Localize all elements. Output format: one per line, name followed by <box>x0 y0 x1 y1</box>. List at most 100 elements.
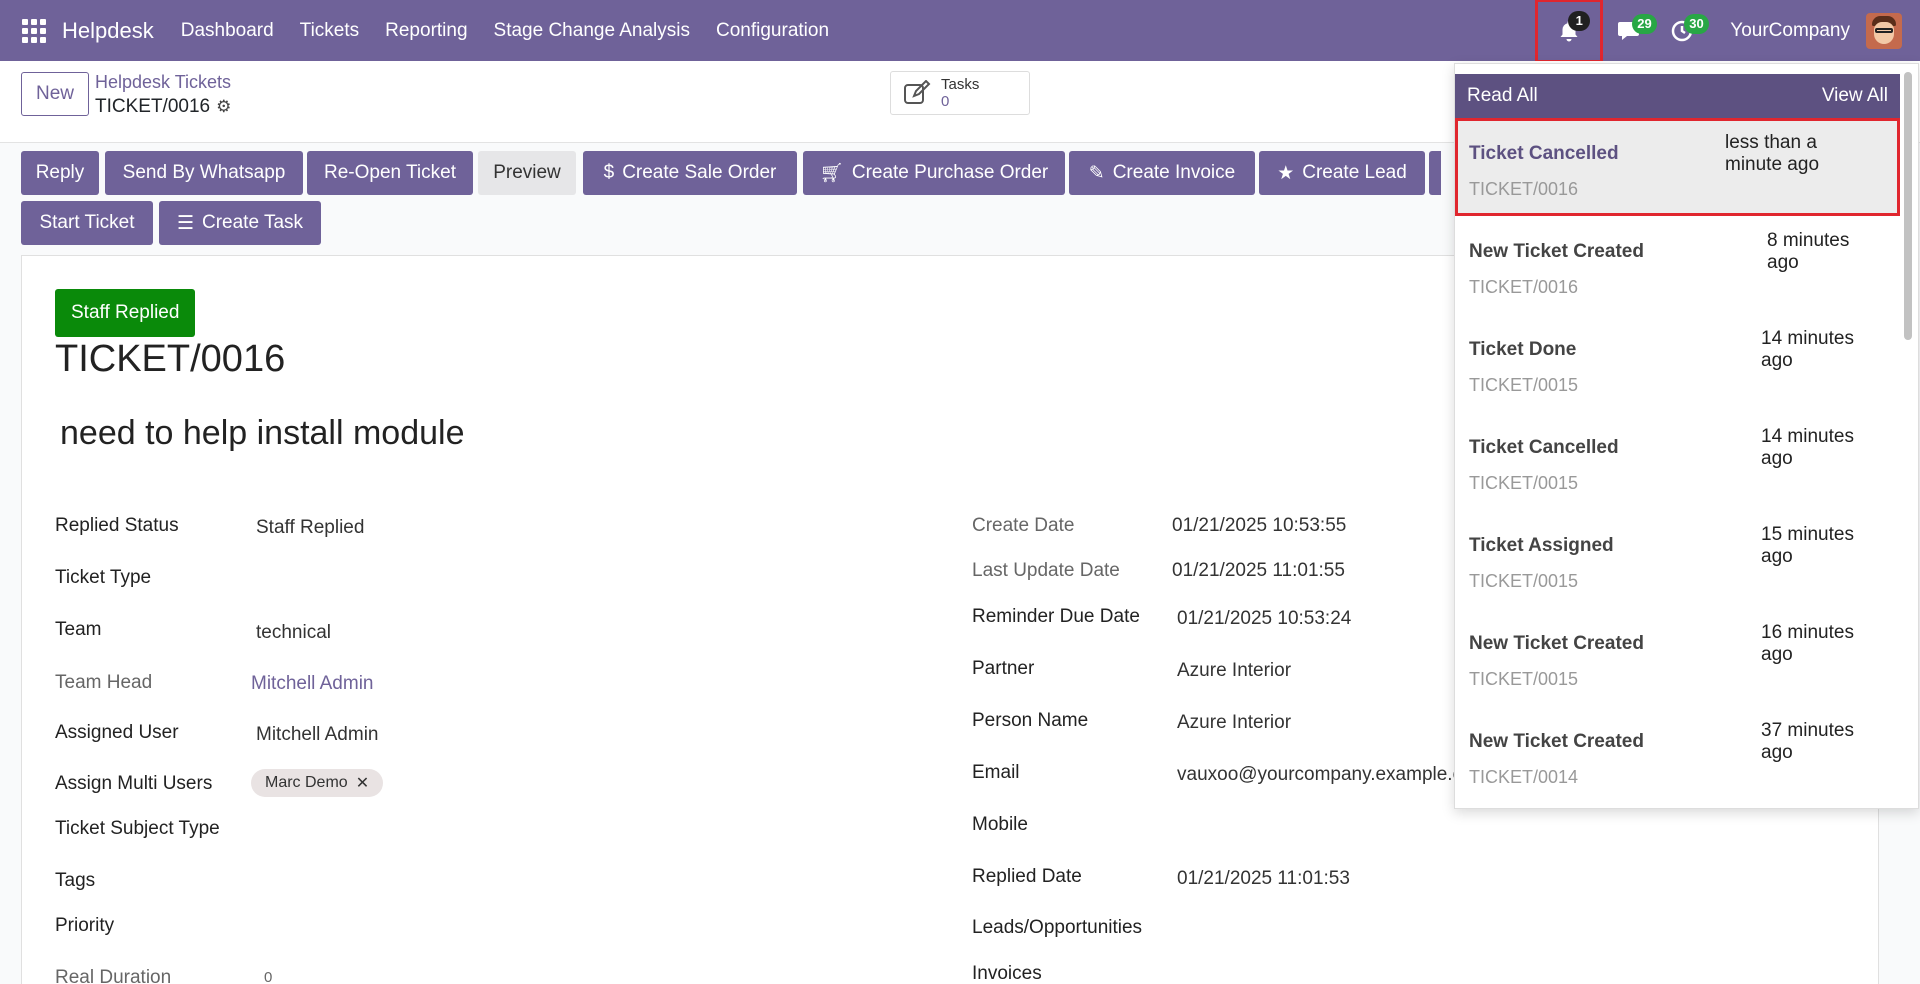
company-switcher[interactable]: YourCompany <box>1730 20 1850 42</box>
notification-ticket: TICKET/0015 <box>1469 375 1579 395</box>
messages-button[interactable]: 29 <box>1610 11 1657 51</box>
person-name-label: Person Name <box>972 710 1089 731</box>
last-update-value: 01/21/2025 11:01:55 <box>1172 560 1345 581</box>
notification-title: New Ticket Created <box>1469 731 1644 752</box>
create-sale-order-button[interactable]: $ Create Sale Order <box>583 151 797 195</box>
gear-icon[interactable]: ⚙ <box>216 97 231 117</box>
read-all-link[interactable]: Read All <box>1467 85 1538 107</box>
send-whatsapp-label: Send By Whatsapp <box>122 162 286 183</box>
breadcrumb-parent[interactable]: Helpdesk Tickets <box>95 72 231 93</box>
invoices-label: Invoices <box>972 963 1042 984</box>
notification-title: Ticket Assigned <box>1469 535 1614 556</box>
breadcrumb-current: TICKET/0016 ⚙ <box>95 96 231 118</box>
notification-dropdown: Read All View All Ticket Cancelled TICKE… <box>1454 63 1919 809</box>
create-lead-button[interactable]: ★ Create Lead <box>1259 151 1425 195</box>
edit-icon: ✎ <box>1088 162 1105 184</box>
person-name-field[interactable]: Azure Interior <box>1177 712 1291 734</box>
notification-title: New Ticket Created <box>1469 241 1644 262</box>
notification-ticket: TICKET/0016 <box>1469 277 1579 297</box>
tasks-smart-button[interactable]: Tasks 0 <box>890 71 1030 115</box>
tasks-label: Tasks <box>941 76 980 93</box>
notification-bell-button[interactable]: 1 <box>1535 0 1604 63</box>
page-title: TICKET/0016 <box>55 338 286 380</box>
start-ticket-button[interactable]: Start Ticket <box>21 201 153 245</box>
more-actions-button[interactable]: ★ <box>1429 151 1441 195</box>
notification-ticket: TICKET/0014 <box>1469 767 1579 787</box>
preview-button[interactable]: Preview <box>478 151 576 195</box>
star-icon: ★ <box>1440 162 1441 185</box>
email-field[interactable]: vauxoo@yourcompany.example.c <box>1177 764 1462 786</box>
start-ticket-label: Start Ticket <box>39 212 135 233</box>
partner-field[interactable]: Azure Interior <box>1177 660 1291 682</box>
reminder-due-date-field[interactable]: 01/21/2025 10:53:24 <box>1177 608 1351 630</box>
tags-label: Tags <box>55 870 96 891</box>
notification-time: 14 minutes ago <box>1761 426 1854 469</box>
user-tag[interactable]: Marc Demo ✕ <box>251 769 384 797</box>
close-icon[interactable]: ✕ <box>356 773 369 793</box>
menu-tickets[interactable]: Tickets <box>287 20 372 42</box>
messages-count-badge: 29 <box>1632 13 1657 34</box>
notification-time: 15 minutes ago <box>1761 524 1854 567</box>
user-avatar[interactable] <box>1866 12 1902 49</box>
notification-item[interactable]: Ticket Assigned TICKET/0015 15 minutes a… <box>1455 510 1900 608</box>
assigned-user-field[interactable]: Mitchell Admin <box>256 724 379 746</box>
menu-configuration[interactable]: Configuration <box>703 20 842 42</box>
notification-title: Ticket Cancelled <box>1469 143 1619 164</box>
notification-item[interactable]: New Ticket Created TICKET/0016 8 minutes… <box>1455 216 1900 314</box>
apps-grid-icon[interactable] <box>22 18 46 43</box>
notification-item[interactable]: Ticket Cancelled TICKET/0015 14 minutes … <box>1455 412 1900 510</box>
status-badge: Staff Replied <box>55 289 196 337</box>
team-label: Team <box>55 619 102 640</box>
replied-date-field[interactable]: 01/21/2025 11:01:53 <box>1177 868 1350 890</box>
menu-dashboard[interactable]: Dashboard <box>168 20 287 42</box>
notification-item[interactable]: Ticket Done TICKET/0015 14 minutes ago <box>1455 314 1900 412</box>
notification-item[interactable]: New Ticket Created TICKET/0015 16 minute… <box>1455 608 1900 706</box>
notification-time: 8 minutes ago <box>1767 230 1850 273</box>
new-button[interactable]: New <box>21 72 89 116</box>
notification-item[interactable]: Ticket Cancelled TICKET/0016 less than a… <box>1455 118 1900 216</box>
user-tag-label: Marc Demo <box>265 774 348 791</box>
dollar-icon: $ <box>603 162 615 183</box>
notification-time: less than a minute ago <box>1725 132 1820 175</box>
replied-status-value[interactable]: Staff Replied <box>256 517 364 539</box>
team-field[interactable]: technical <box>256 622 331 644</box>
create-date-value: 01/21/2025 10:53:55 <box>1172 515 1347 536</box>
replied-status-label: Replied Status <box>55 515 179 536</box>
notification-title: Ticket Done <box>1469 339 1577 360</box>
notification-title: New Ticket Created <box>1469 633 1644 654</box>
notification-item[interactable]: New Ticket Created TICKET/0014 37 minute… <box>1455 706 1900 804</box>
last-update-label: Last Update Date <box>972 560 1120 581</box>
ticket-subject-field[interactable]: need to help install module <box>60 414 465 453</box>
notification-time: 14 minutes ago <box>1761 328 1854 371</box>
send-whatsapp-button[interactable]: Send By Whatsapp <box>105 151 303 195</box>
preview-label: Preview <box>493 162 561 183</box>
notification-count-badge: 1 <box>1568 10 1591 31</box>
create-purchase-order-button[interactable]: 🛒︎ Create Purchase Order <box>803 151 1065 195</box>
replied-date-label: Replied Date <box>972 866 1082 887</box>
reopen-ticket-label: Re-Open Ticket <box>324 162 456 183</box>
menu-reporting[interactable]: Reporting <box>372 20 480 42</box>
notification-ticket: TICKET/0015 <box>1469 473 1579 493</box>
scrollbar[interactable] <box>1904 72 1912 340</box>
create-invoice-button[interactable]: ✎ Create Invoice <box>1069 151 1255 195</box>
team-head-link[interactable]: Mitchell Admin <box>251 673 374 695</box>
reply-button[interactable]: Reply <box>21 151 99 195</box>
leads-opportunities-label: Leads/Opportunities <box>972 917 1143 938</box>
notification-ticket: TICKET/0015 <box>1469 571 1579 591</box>
notification-title: Ticket Cancelled <box>1469 437 1619 458</box>
menu-stage-change-analysis[interactable]: Stage Change Analysis <box>481 20 703 42</box>
real-duration-value[interactable]: 0 <box>264 969 272 984</box>
notification-time: 16 minutes ago <box>1761 622 1854 665</box>
real-duration-label: Real Duration <box>55 967 172 984</box>
activities-button[interactable]: 30 <box>1662 11 1709 51</box>
create-task-button[interactable]: ☰ Create Task <box>159 201 321 245</box>
app-brand[interactable]: Helpdesk <box>62 18 154 44</box>
reply-button-label: Reply <box>35 162 85 183</box>
ticket-type-label: Ticket Type <box>55 567 152 588</box>
tasks-count: 0 <box>941 93 950 110</box>
action-buttons-bar: Reply Send By Whatsapp Re-Open Ticket Pr… <box>21 151 1441 246</box>
email-label: Email <box>972 762 1020 783</box>
view-all-link[interactable]: View All <box>1822 85 1888 107</box>
reopen-ticket-button[interactable]: Re-Open Ticket <box>307 151 473 195</box>
notification-list: Ticket Cancelled TICKET/0016 less than a… <box>1455 118 1900 804</box>
